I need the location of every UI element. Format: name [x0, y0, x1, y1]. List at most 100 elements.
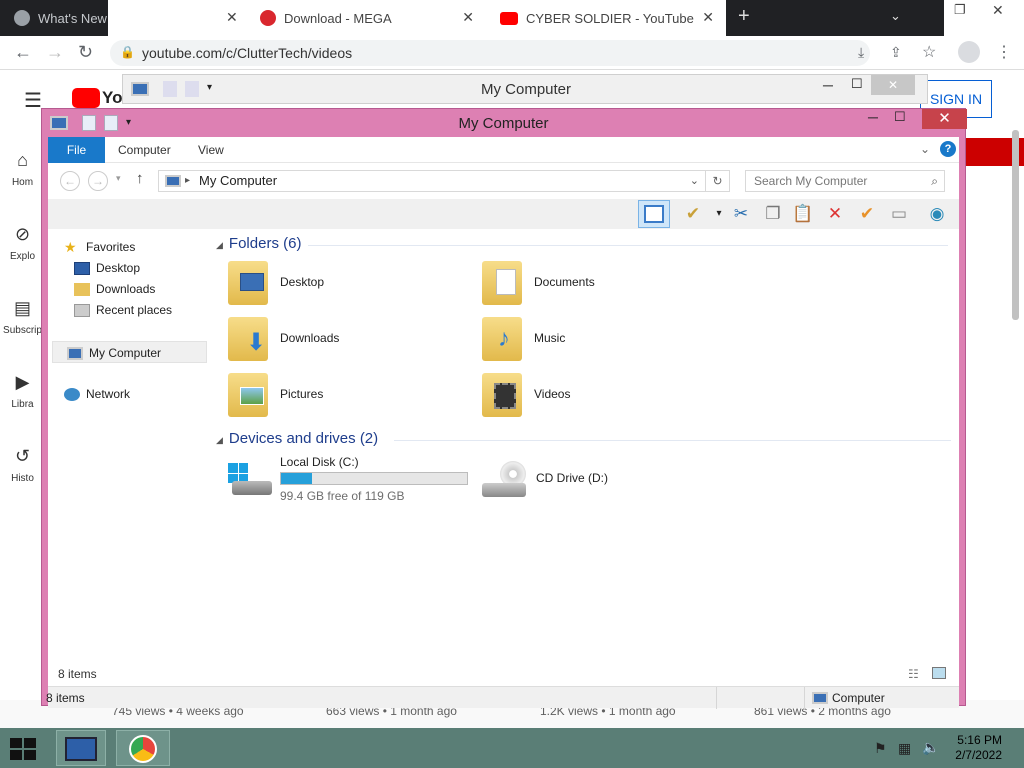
window-title: My Computer: [458, 115, 549, 132]
command-toolbar: ✔ ▾ ✂ ❐ 📋 ✕ ✔ ▭ ◉: [48, 199, 959, 229]
close-tab-icon[interactable]: ✕: [702, 9, 714, 26]
nav-recent-places[interactable]: Recent places: [48, 300, 204, 320]
sidebar-item-explore[interactable]: ⊘ Explo: [0, 224, 45, 262]
close-tab-icon[interactable]: ✕: [462, 9, 474, 26]
address-bar[interactable]: ▸ My Computer ⌄: [158, 170, 706, 192]
sidebar-item-subscriptions[interactable]: ▤ Subscrip: [0, 298, 45, 336]
menu-icon[interactable]: ⋮: [996, 42, 1012, 62]
collapse-icon[interactable]: ◢: [216, 240, 223, 250]
group-header-folders[interactable]: ◢ Folders (6): [216, 235, 951, 252]
hamburger-icon[interactable]: ☰: [24, 88, 42, 113]
paste-icon[interactable]: 📋: [790, 202, 816, 226]
action-center-flag-icon[interactable]: ⚑: [874, 740, 887, 757]
nav-downloads[interactable]: Downloads: [48, 279, 204, 299]
background-explorer-window[interactable]: ▾ My Computer ─ ☐ ✕: [122, 74, 928, 104]
folder-downloads[interactable]: ⬇ Downloads: [228, 315, 468, 365]
globe-icon[interactable]: ◉: [924, 202, 950, 226]
breadcrumb-arrow-icon[interactable]: ▸: [185, 171, 190, 191]
nav-my-computer[interactable]: My Computer: [52, 341, 207, 363]
folder-label: Documents: [534, 275, 595, 289]
profile-icon[interactable]: [958, 41, 980, 63]
maximize-icon[interactable]: ☐: [851, 76, 863, 92]
expand-ribbon-icon[interactable]: ⌄: [920, 142, 930, 156]
rename-icon[interactable]: ▭: [886, 202, 912, 226]
close-icon[interactable]: ✕: [922, 109, 967, 129]
back-icon[interactable]: ←: [60, 171, 80, 191]
nav-favorites[interactable]: ★ Favorites: [48, 237, 204, 257]
checkmark-icon[interactable]: ✔: [854, 202, 880, 226]
history-icon: ↺: [14, 446, 31, 466]
tab-file[interactable]: File: [48, 137, 105, 163]
tab-view[interactable]: View: [198, 137, 224, 163]
mega-icon: [260, 10, 276, 26]
sidebar-label: Hom: [11, 177, 34, 188]
up-icon[interactable]: ↑: [136, 170, 144, 187]
collapse-icon[interactable]: ◢: [216, 435, 223, 445]
status-location: Computer: [832, 691, 885, 705]
reload-icon[interactable]: ↻: [78, 42, 93, 63]
status-bar: 8 items Computer: [46, 686, 959, 709]
tab-computer[interactable]: Computer: [118, 137, 171, 163]
maximize-icon[interactable]: ☐: [894, 109, 906, 129]
sidebar-item-home[interactable]: ⌂ Hom: [0, 150, 45, 188]
install-icon[interactable]: ⤓: [858, 44, 864, 61]
forward-icon[interactable]: →: [88, 171, 108, 191]
share-icon[interactable]: ⇪: [890, 44, 902, 61]
recent-locations-icon[interactable]: ▾: [116, 173, 121, 184]
folder-label: Downloads: [280, 331, 340, 345]
taskbar-chrome-button[interactable]: [116, 730, 170, 766]
content-pane: ◢ Folders (6) Desktop Documents ⬇ Downloa…: [216, 229, 956, 659]
minimize-icon[interactable]: ─: [823, 77, 833, 93]
network-tray-icon[interactable]: ▦: [898, 740, 911, 757]
close-icon[interactable]: ✕: [871, 75, 915, 95]
cut-icon[interactable]: ✂: [728, 202, 754, 226]
item-count: 8 items: [58, 667, 97, 681]
youtube-logo[interactable]: Yo: [102, 88, 122, 108]
new-tab-icon[interactable]: +: [738, 5, 750, 28]
scrollbar-thumb[interactable]: [1012, 130, 1019, 320]
copy-icon[interactable]: ❐: [760, 202, 786, 226]
volume-icon[interactable]: 🔈: [922, 739, 939, 756]
delete-icon[interactable]: ✕: [822, 202, 848, 226]
title-bar[interactable]: ▾ My Computer ─ ☐ ✕: [42, 109, 967, 137]
minimize-icon[interactable]: ─: [868, 109, 878, 129]
sidebar-item-history[interactable]: ↺ Histo: [0, 446, 45, 484]
large-icons-view-icon[interactable]: [932, 667, 946, 679]
star-icon[interactable]: ☆: [922, 42, 936, 62]
tab-youtube[interactable]: CYBER SOLDIER - YouTube ✕: [486, 0, 726, 36]
recent-places-icon: [74, 304, 90, 318]
close-icon[interactable]: ✕: [992, 2, 1004, 19]
taskbar: ⚑ ▦ 🔈: [0, 728, 1024, 768]
tab-search-icon[interactable]: ⌄: [890, 8, 901, 24]
folder-pictures[interactable]: Pictures: [228, 371, 468, 421]
properties-icon[interactable]: ✔: [680, 202, 706, 226]
taskbar-clock[interactable]: 5:16 PM 2/7/2022: [946, 733, 1002, 763]
chevron-down-icon[interactable]: ⌄: [690, 171, 699, 191]
folder-documents[interactable]: Documents: [482, 259, 722, 309]
sidebar-item-library[interactable]: ▶ Libra: [0, 372, 45, 410]
url-bar[interactable]: 🔒 youtube.com/c/ClutterTech/videos: [110, 40, 870, 66]
folder-videos[interactable]: Videos: [482, 371, 722, 421]
sidebar-label: Explo: [9, 251, 35, 262]
search-input[interactable]: Search My Computer ⌕: [745, 170, 945, 192]
folder-music[interactable]: ♪ Music: [482, 315, 722, 365]
help-icon[interactable]: ?: [940, 141, 956, 157]
nav-network[interactable]: Network: [48, 384, 204, 404]
drive-d[interactable]: CD Drive (D:): [482, 455, 682, 505]
nav-desktop[interactable]: Desktop: [48, 258, 204, 278]
preview-pane-icon[interactable]: [638, 200, 670, 228]
taskbar-explorer-button[interactable]: [56, 730, 106, 766]
nav-label: Favorites: [86, 240, 136, 254]
details-view-icon[interactable]: ☷: [908, 667, 919, 681]
folder-desktop[interactable]: Desktop: [228, 259, 468, 309]
group-header-devices[interactable]: ◢ Devices and drives (2): [216, 430, 951, 447]
tab-whats-new[interactable]: What's New: [0, 0, 108, 36]
back-icon[interactable]: ←: [14, 42, 32, 63]
refresh-icon[interactable]: ↻: [706, 170, 730, 192]
drive-c[interactable]: Local Disk (C:) 99.4 GB free of 119 GB: [228, 455, 478, 505]
forward-icon[interactable]: →: [46, 42, 64, 63]
restore-icon[interactable]: ❐: [954, 2, 966, 18]
close-tab-icon[interactable]: ✕: [226, 9, 238, 26]
tab-mega[interactable]: Download - MEGA ✕: [246, 0, 486, 36]
start-button-icon[interactable]: [10, 738, 36, 760]
